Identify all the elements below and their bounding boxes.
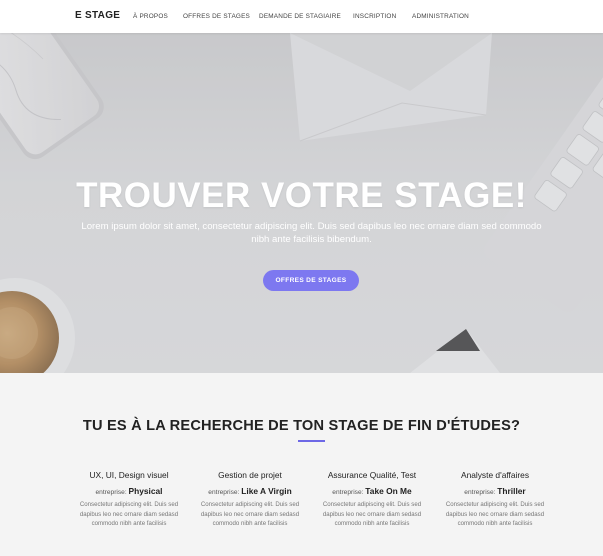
nav-item-inscription[interactable]: INSCRIPTION xyxy=(353,13,396,20)
brand-logo[interactable]: E STAGE xyxy=(75,10,120,21)
stage-card-company: entreprise: Take On Me xyxy=(313,486,431,496)
stage-card-company: entreprise: Like A Virgin xyxy=(191,486,309,496)
company-name: Take On Me xyxy=(365,486,412,496)
stage-card-title[interactable]: Analyste d'affaires xyxy=(436,470,554,480)
nav-item-a-propos[interactable]: À PROPOS xyxy=(133,13,168,20)
stage-card: Analyste d'affaires entreprise: Thriller… xyxy=(436,470,554,529)
company-prefix: entreprise: xyxy=(95,489,127,496)
nav-item-offres-de-stages[interactable]: OFFRES DE STAGES xyxy=(183,13,250,20)
stage-card-title[interactable]: Assurance Qualité, Test xyxy=(313,470,431,480)
nav-item-demande-de-stagiaire[interactable]: DEMANDE DE STAGIAIRE xyxy=(259,13,341,20)
hero-subtitle: Lorem ipsum dolor sit amet, consectetur … xyxy=(81,221,542,245)
company-prefix: entreprise: xyxy=(464,489,496,496)
stage-card: Assurance Qualité, Test entreprise: Take… xyxy=(313,470,431,529)
company-prefix: entreprise: xyxy=(332,489,364,496)
navbar: E STAGE À PROPOS OFFRES DE STAGES DEMAND… xyxy=(0,0,603,33)
section-title: TU ES À LA RECHERCHE DE TON STAGE DE FIN… xyxy=(82,418,521,434)
stage-card-description: Consectetur adipiscing elit. Duis sed da… xyxy=(322,501,422,528)
nav-item-administration[interactable]: ADMINISTRATION xyxy=(412,13,469,20)
company-name: Like A Virgin xyxy=(241,486,292,496)
stages-section: TU ES À LA RECHERCHE DE TON STAGE DE FIN… xyxy=(0,373,603,556)
stage-card-title[interactable]: Gestion de projet xyxy=(191,470,309,480)
hero-title: TROUVER VOTRE STAGE! xyxy=(76,176,527,215)
stage-card-company: entreprise: Physical xyxy=(70,486,188,496)
company-prefix: entreprise: xyxy=(208,489,240,496)
company-name: Physical xyxy=(128,486,163,496)
stage-card-description: Consectetur adipiscing elit. Duis sed da… xyxy=(79,501,179,528)
hero-section: TROUVER VOTRE STAGE! Lorem ipsum dolor s… xyxy=(0,33,603,373)
company-name: Thriller xyxy=(497,486,526,496)
stage-card: UX, UI, Design visuel entreprise: Physic… xyxy=(70,470,188,529)
section-divider xyxy=(298,440,325,442)
stage-card-company: entreprise: Thriller xyxy=(436,486,554,496)
stage-card-description: Consectetur adipiscing elit. Duis sed da… xyxy=(200,501,300,528)
offres-de-stages-button[interactable]: OFFRES DE STAGES xyxy=(263,270,359,291)
stage-card-description: Consectetur adipiscing elit. Duis sed da… xyxy=(445,501,545,528)
stage-card-title[interactable]: UX, UI, Design visuel xyxy=(70,470,188,480)
stage-card: Gestion de projet entreprise: Like A Vir… xyxy=(191,470,309,529)
